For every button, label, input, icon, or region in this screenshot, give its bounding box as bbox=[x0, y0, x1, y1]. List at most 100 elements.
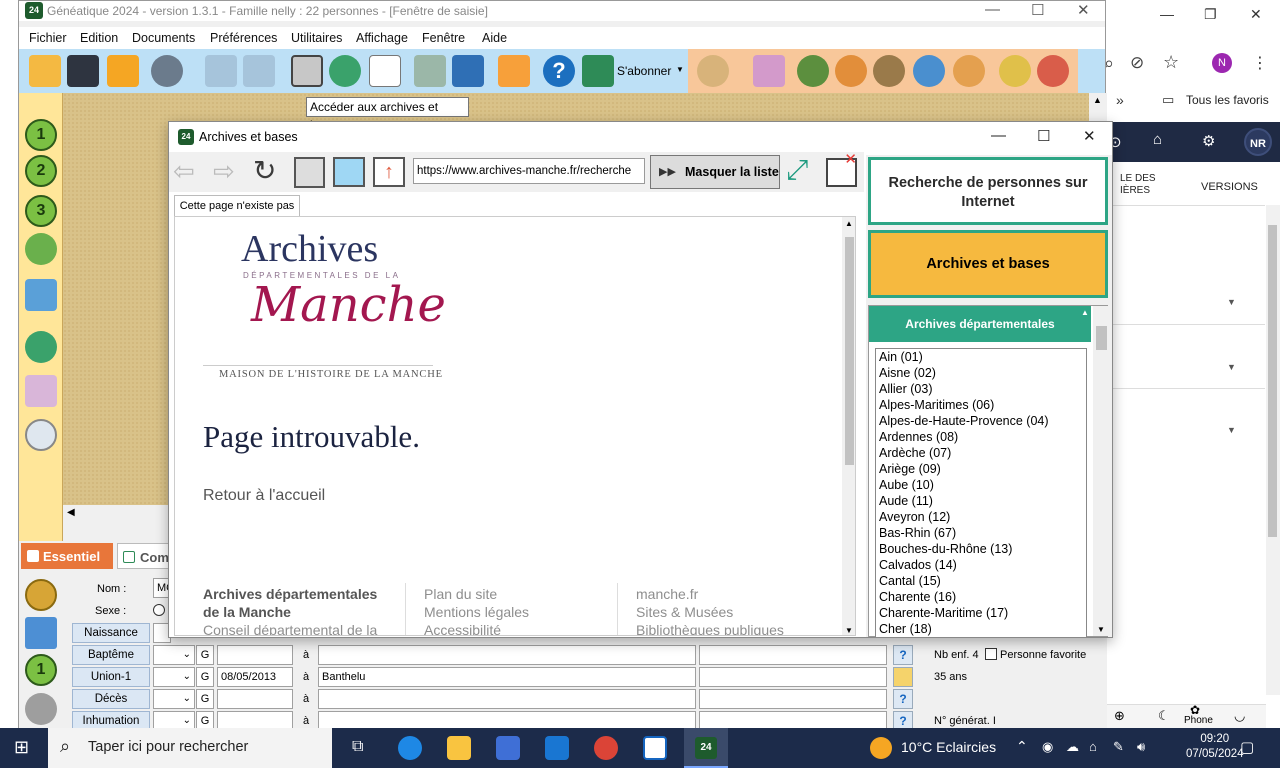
download-icon[interactable] bbox=[107, 55, 139, 87]
eye-off-icon[interactable]: ⊘ bbox=[1130, 53, 1144, 73]
tree-icon[interactable] bbox=[25, 233, 57, 265]
bapteme-g[interactable]: G bbox=[196, 645, 214, 665]
deces-type-select[interactable]: ⌄ bbox=[153, 689, 195, 709]
notifications-icon[interactable]: ▢ bbox=[1240, 738, 1254, 756]
list-item[interactable]: Cantal (15) bbox=[876, 573, 1086, 589]
naissance-button[interactable]: Naissance bbox=[72, 623, 150, 643]
menu-icon[interactable]: ⋮ bbox=[1252, 53, 1268, 73]
scroll-thumb[interactable] bbox=[1096, 326, 1107, 350]
map-pin-icon[interactable] bbox=[25, 419, 57, 451]
add-sibling-icon[interactable] bbox=[873, 55, 905, 87]
list-item[interactable]: Aude (11) bbox=[876, 493, 1086, 509]
phone-label[interactable]: Phone bbox=[1184, 715, 1213, 726]
menu-aide[interactable]: Aide bbox=[482, 31, 507, 45]
meet-now-icon[interactable]: ◉ bbox=[1042, 739, 1053, 755]
pointer-icon[interactable] bbox=[25, 375, 57, 407]
footer-link[interactable]: Conseil départemental de la bbox=[203, 621, 393, 635]
deces-button[interactable]: Décès bbox=[72, 689, 150, 709]
list-item[interactable]: Ardèche (07) bbox=[876, 445, 1086, 461]
add-person-icon[interactable] bbox=[999, 55, 1031, 87]
bapteme-type-select[interactable]: ⌄ bbox=[153, 645, 195, 665]
avatar[interactable]: NR bbox=[1244, 128, 1272, 156]
search-person-icon[interactable] bbox=[697, 55, 729, 87]
menu-documents[interactable]: Documents bbox=[132, 31, 195, 45]
task-view-icon[interactable]: ⧉ bbox=[352, 738, 363, 756]
window-icon[interactable] bbox=[452, 55, 484, 87]
menu-affichage[interactable]: Affichage bbox=[356, 31, 408, 45]
chevron-down-icon[interactable]: ▼ bbox=[676, 65, 684, 74]
add-child-icon[interactable] bbox=[953, 55, 985, 87]
add-spouse-icon[interactable] bbox=[913, 55, 945, 87]
upload-icon[interactable]: ↑ bbox=[373, 157, 405, 187]
bapteme-source[interactable] bbox=[699, 645, 887, 665]
chevron-down-icon[interactable]: ▼ bbox=[1227, 362, 1236, 372]
chrome-icon[interactable] bbox=[594, 736, 618, 760]
footer-link[interactable]: Mentions légales bbox=[424, 603, 614, 621]
footer-link[interactable]: de la Manche bbox=[203, 603, 393, 621]
forward-icon[interactable]: ⇨ bbox=[213, 156, 235, 187]
list-item[interactable]: Alpes-de-Haute-Provence (04) bbox=[876, 413, 1086, 429]
union-source[interactable] bbox=[699, 667, 887, 687]
generation-3-icon[interactable]: 3 bbox=[25, 195, 57, 227]
archives-icon[interactable] bbox=[291, 55, 323, 87]
menu-edition[interactable]: Edition bbox=[80, 31, 118, 45]
utilities-icon[interactable] bbox=[329, 55, 361, 87]
menu-utilitaires[interactable]: Utilitaires bbox=[291, 31, 342, 45]
tab-essentiel[interactable]: Essentiel bbox=[21, 543, 113, 569]
list-item[interactable]: Aube (10) bbox=[876, 477, 1086, 493]
list-item[interactable]: Aveyron (12) bbox=[876, 509, 1086, 525]
maximize-icon[interactable]: ☐ bbox=[1031, 1, 1044, 19]
list-item[interactable]: Aisne (02) bbox=[876, 365, 1086, 381]
footer-link[interactable]: Plan du site bbox=[424, 585, 614, 603]
profile-icon[interactable]: N bbox=[1212, 53, 1232, 73]
deces-g[interactable]: G bbox=[196, 689, 214, 709]
union-type-select[interactable]: ⌄ bbox=[153, 667, 195, 687]
favorites-link[interactable]: Tous les favoris bbox=[1186, 93, 1269, 107]
deces-help-icon[interactable]: ? bbox=[893, 689, 913, 709]
minimize-icon[interactable]: — bbox=[985, 1, 1000, 18]
deces-place[interactable] bbox=[318, 689, 696, 709]
weather-icon[interactable] bbox=[870, 737, 892, 759]
close-icon[interactable]: ✕ bbox=[1083, 127, 1096, 145]
store-icon[interactable] bbox=[496, 736, 520, 760]
menu-fenetre[interactable]: Fenêtre bbox=[422, 31, 465, 45]
generation-icon[interactable]: 1 bbox=[25, 654, 57, 686]
minimize-icon[interactable]: — bbox=[991, 127, 1006, 144]
union-map-icon[interactable] bbox=[893, 667, 913, 687]
union-place[interactable]: Banthelu bbox=[318, 667, 696, 687]
refresh-icon[interactable]: ↻ bbox=[253, 154, 276, 187]
undo-icon[interactable] bbox=[205, 55, 237, 87]
add-father-icon[interactable] bbox=[797, 55, 829, 87]
menu-fichier[interactable]: Fichier bbox=[29, 31, 67, 45]
deces-source[interactable] bbox=[699, 689, 887, 709]
validate-icon[interactable] bbox=[25, 579, 57, 611]
image-icon[interactable] bbox=[333, 157, 365, 187]
favorite-checkbox[interactable] bbox=[985, 648, 997, 660]
close-icon[interactable]: ✕ bbox=[1077, 1, 1090, 19]
export-icon[interactable] bbox=[414, 55, 446, 87]
home-icon[interactable] bbox=[294, 157, 325, 188]
geneatique-task-button[interactable]: 24 bbox=[684, 728, 728, 768]
list-item[interactable]: Alpes-Maritimes (06) bbox=[876, 397, 1086, 413]
redo-icon[interactable] bbox=[243, 55, 275, 87]
minimize-icon[interactable]: — bbox=[1160, 6, 1174, 22]
tools-icon[interactable] bbox=[25, 331, 57, 363]
expand-icon[interactable]: ⤢ bbox=[786, 154, 808, 187]
chevron-right-icon[interactable]: » bbox=[1116, 92, 1124, 108]
site-tab-label-2[interactable]: IÈRES bbox=[1120, 185, 1150, 196]
rapport-icon[interactable] bbox=[643, 736, 667, 760]
retour-accueil-link[interactable]: Retour à l'accueil bbox=[203, 487, 325, 505]
union-button[interactable]: Union-1 bbox=[72, 667, 150, 687]
windows-start-icon[interactable]: ⊞ bbox=[14, 737, 29, 758]
page-tab[interactable]: Cette page n'existe pas bbox=[174, 195, 300, 216]
list-item[interactable]: Bouches-du-Rhône (13) bbox=[876, 541, 1086, 557]
footer-link[interactable]: Archives départementales bbox=[203, 585, 393, 603]
collapse-icon[interactable]: ▲ bbox=[1081, 308, 1089, 317]
list-header[interactable]: Archives départementales bbox=[869, 306, 1091, 342]
list-item[interactable]: Ain (01) bbox=[876, 349, 1086, 365]
weather-text[interactable]: 10°C Eclaircies bbox=[901, 739, 996, 755]
mail-icon[interactable] bbox=[545, 736, 569, 760]
menu-preferences[interactable]: Préférences bbox=[210, 31, 277, 45]
bapteme-date[interactable] bbox=[217, 645, 293, 665]
scroll-down-icon[interactable]: ▼ bbox=[845, 626, 853, 635]
